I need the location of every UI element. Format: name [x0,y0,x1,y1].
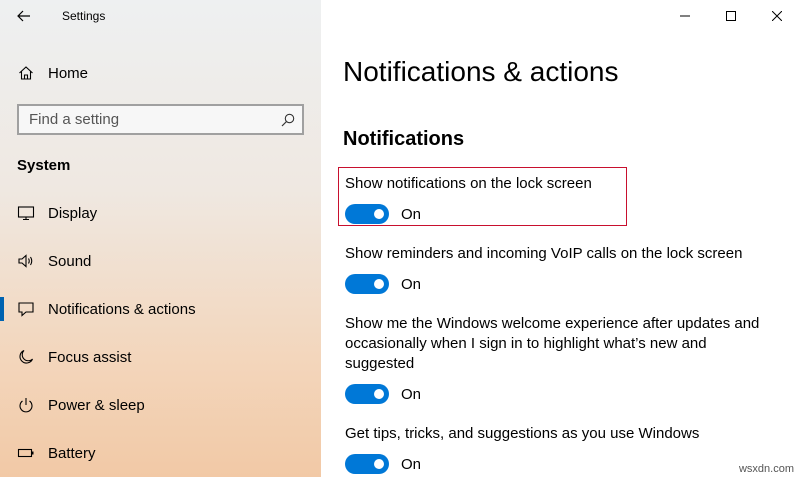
toggle-state-label: On [401,205,422,223]
home-icon [17,64,35,82]
moon-icon [17,348,35,366]
sidebar-item-label: Battery [48,444,96,462]
setting-tips-tricks: Get tips, tricks, and suggestions as you… [345,424,775,474]
message-icon [17,300,35,318]
sidebar-item-label: Notifications & actions [48,300,196,318]
close-icon [772,11,782,21]
sidebar-item-sound[interactable]: Sound [0,241,321,281]
app-title: Settings [62,9,106,23]
search-box[interactable] [17,104,304,135]
watermark: wsxdn.com [738,463,794,475]
main-content: Notifications & actions Notifications Sh… [321,0,800,477]
minimize-button[interactable] [662,0,708,32]
tips-tricks-toggle[interactable] [345,454,389,474]
sidebar-item-display[interactable]: Display [0,193,321,233]
setting-welcome-experience: Show me the Windows welcome experience a… [345,314,775,404]
search-icon[interactable] [280,112,296,128]
toggle-knob [374,459,384,469]
speaker-icon [17,252,35,270]
sidebar-item-battery[interactable]: Battery [0,433,321,473]
back-button[interactable] [12,4,36,28]
page-title: Notifications & actions [343,56,619,87]
reminders-voip-toggle[interactable] [345,274,389,294]
minimize-icon [680,15,690,17]
setting-description: Show me the Windows welcome experience a… [345,315,760,372]
toggle-state-label: On [401,385,422,403]
titlebar-left: Settings [0,0,321,32]
toggle-state-label: On [401,455,422,473]
setting-description: Show reminders and incoming VoIP calls o… [345,245,743,262]
setting-description: Get tips, tricks, and suggestions as you… [345,425,700,442]
close-button[interactable] [754,0,800,32]
power-icon [17,396,35,414]
toggle-state-label: On [401,275,422,293]
welcome-experience-toggle[interactable] [345,384,389,404]
sidebar: Settings Home System Display Sound Notif… [0,0,321,477]
maximize-icon [726,11,736,21]
sidebar-item-label: Display [48,204,98,222]
sidebar-item-power-sleep[interactable]: Power & sleep [0,385,321,425]
setting-lock-screen-notifications: Show notifications on the lock screen On [345,174,775,224]
sidebar-item-home[interactable]: Home [0,53,321,93]
toggle-knob [374,279,384,289]
section-title: System [17,157,71,174]
window-controls [662,0,800,32]
back-arrow-icon [17,10,30,22]
setting-reminders-voip: Show reminders and incoming VoIP calls o… [345,244,775,294]
sidebar-item-label: Focus assist [48,348,132,366]
sidebar-item-focus-assist[interactable]: Focus assist [0,337,321,377]
lock-screen-notifications-toggle[interactable] [345,204,389,224]
toggle-knob [374,209,384,219]
battery-icon [17,444,35,462]
sidebar-item-label: Home [48,64,89,82]
sidebar-item-label: Power & sleep [48,396,145,414]
setting-description: Show notifications on the lock screen [345,175,592,192]
sidebar-item-notifications[interactable]: Notifications & actions [0,289,321,329]
search-input[interactable] [29,111,279,128]
monitor-icon [17,204,35,222]
group-title: Notifications [343,128,465,150]
sidebar-item-label: Sound [48,252,92,270]
toggle-knob [374,389,384,399]
maximize-button[interactable] [708,0,754,32]
